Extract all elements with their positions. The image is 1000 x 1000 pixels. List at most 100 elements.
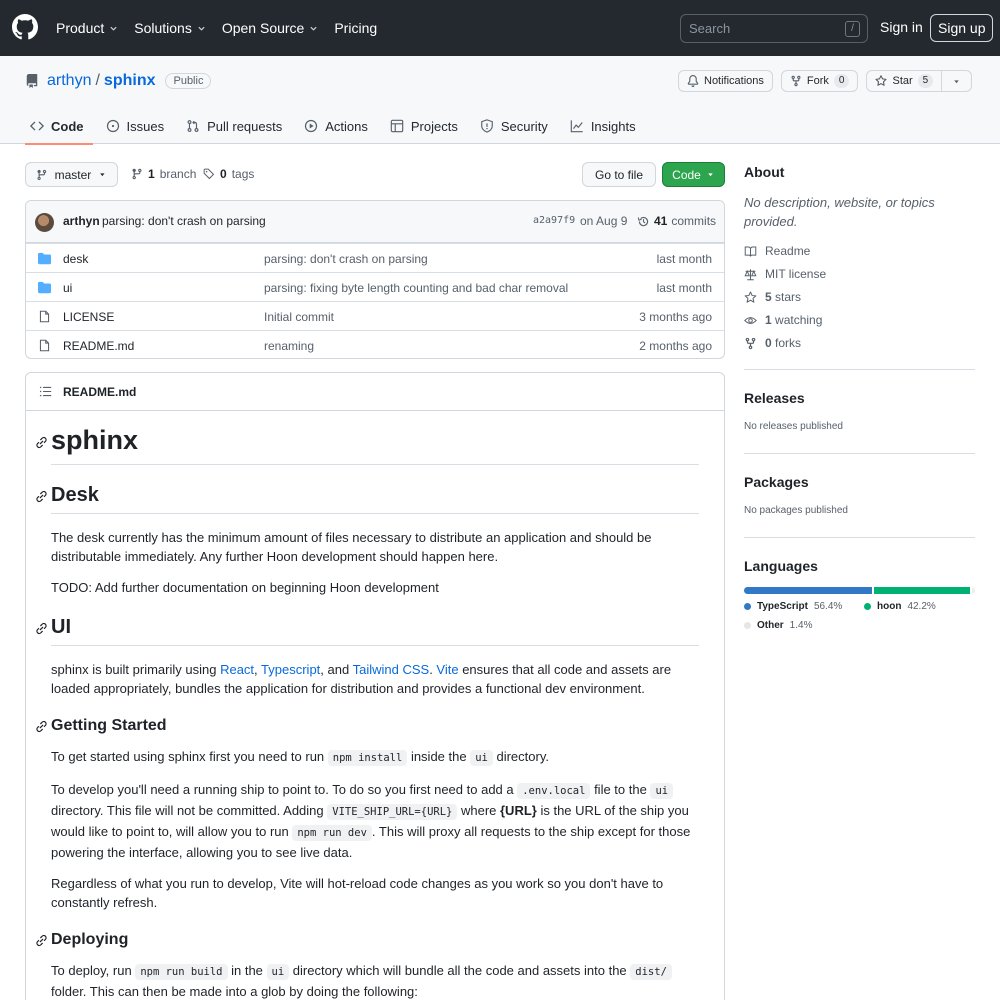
watching-label: watching [775,313,823,327]
link-icon[interactable] [35,622,48,635]
stars-count: 5 [765,290,772,304]
link-icon[interactable] [35,720,48,733]
forks-link[interactable]: 0 forks [744,336,801,350]
text: directory which will bundle all the code… [289,963,631,978]
issue-icon [106,119,119,133]
file-name-link[interactable]: README.md [63,339,134,353]
file-commit-message[interactable]: parsing: fixing byte length counting and… [264,281,568,295]
file-commit-message[interactable]: Initial commit [264,310,334,324]
text: directory. [492,749,549,764]
code-button-label: Code [672,167,701,182]
license-link[interactable]: MIT license [744,267,826,281]
branches-link[interactable]: 1 branch [131,167,196,181]
file-name-link[interactable]: desk [63,252,88,266]
file-name-link[interactable]: LICENSE [63,310,114,324]
go-to-file-button[interactable]: Go to file [582,162,656,187]
fork-button[interactable]: Fork 0 [780,70,859,92]
link-icon[interactable] [35,436,48,449]
tab-insights[interactable]: Insights [561,108,645,144]
language-bar-segment-hoon [874,587,970,594]
about-description: No description, website, or topics provi… [744,195,935,229]
commit-author-link[interactable]: arthyn [63,214,100,228]
sign-in-link[interactable]: Sign in [880,19,923,35]
readme-paragraph: To get started using sphinx first you ne… [51,747,699,768]
tab-security[interactable]: Security [471,108,557,144]
language-name: Other [757,620,784,631]
branch-icon [132,168,142,180]
star-group: Star 5 [866,70,973,92]
language-hoon[interactable]: hoon 42.2% [864,601,936,612]
tab-pull-requests[interactable]: Pull requests [177,108,291,144]
readme-h2-desk-text: Desk [51,484,99,506]
branches-count: 1 [148,167,155,181]
list-icon[interactable] [39,385,52,398]
packages-title[interactable]: Packages [744,474,809,490]
stars-text: 5 stars [765,290,801,304]
typescript-link[interactable]: Typescript [261,662,320,677]
tags-link[interactable]: 0 tags [203,167,254,181]
repo-name-link[interactable]: sphinx [104,72,156,90]
star-label: Star [892,75,913,87]
readme-paragraph: The desk currently has the minimum amoun… [51,530,652,564]
nav-open-source[interactable]: Open Source [222,20,319,36]
nav-solutions[interactable]: Solutions [134,20,206,36]
star-dropdown-button[interactable] [942,70,973,92]
watching-link[interactable]: 1 watching [744,313,822,327]
releases-title[interactable]: Releases [744,390,805,406]
avatar[interactable] [35,213,54,232]
readme-h2-ui: UI [36,616,699,646]
nav-pricing[interactable]: Pricing [334,20,377,36]
language-color-dot [864,603,871,610]
language-bar-segment-typescript [744,587,873,594]
repo-tabs: Code Issues Pull requests Actions Projec… [25,108,649,145]
latest-commit-bar: arthyn parsing: don't crash on parsing a… [26,201,724,243]
commits-count: 41 [654,214,668,228]
table-icon [390,119,404,133]
text: directory. This file will not be committ… [51,803,328,818]
fork-icon [791,75,801,87]
commits-link[interactable]: 41 commits [637,214,716,228]
repo-separator: / [95,72,100,89]
tab-code[interactable]: Code [25,108,93,145]
commit-sha-link[interactable]: a2a97f9 [533,215,575,226]
code-dropdown-button[interactable]: Code [662,162,725,187]
readme-link[interactable]: Readme [744,244,810,258]
vite-link[interactable]: Vite [436,662,458,677]
star-button[interactable]: Star 5 [866,70,943,92]
repo-owner-link[interactable]: arthyn [47,72,91,90]
tab-actions[interactable]: Actions [295,108,377,144]
file-name-link[interactable]: ui [63,281,72,295]
link-icon[interactable] [35,934,48,947]
github-logo-icon[interactable] [12,14,38,40]
file-commit-message[interactable]: renaming [264,339,314,353]
tailwind-link[interactable]: Tailwind CSS [353,662,430,677]
link-icon[interactable] [35,490,48,503]
notifications-button[interactable]: Notifications [678,70,773,92]
sign-up-button[interactable]: Sign up [930,14,994,42]
file-row: LICENSE Initial commit 3 months ago [26,301,724,330]
text: in the [227,963,267,978]
text: sphinx is built primarily using [51,662,221,677]
text: To get started using sphinx first you ne… [51,749,328,764]
chevron-down-icon [110,26,117,31]
tab-issues[interactable]: Issues [97,108,174,144]
file-icon [39,310,50,323]
inline-code: npm run dev [292,825,372,841]
branch-select-button[interactable]: master [25,162,118,187]
releases-empty: No releases published [744,421,843,432]
stars-link[interactable]: 5 stars [744,290,801,304]
react-link[interactable]: React [220,662,254,677]
search-input[interactable] [689,21,839,36]
file-commit-message[interactable]: parsing: don't crash on parsing [264,252,428,266]
text: To deploy, run [51,963,136,978]
tags-count: 0 [220,167,227,181]
readme-header: README.md [26,373,724,411]
language-other: Other 1.4% [744,620,812,631]
tab-projects[interactable]: Projects [381,108,467,144]
search-box[interactable]: / [680,14,868,43]
commit-message-link[interactable]: parsing: don't crash on parsing [102,214,266,228]
file-row: desk parsing: don't crash on parsing las… [26,243,724,272]
language-typescript[interactable]: TypeScript 56.4% [744,601,842,612]
nav-product[interactable]: Product [56,20,118,36]
watching-count: 1 [765,313,772,327]
